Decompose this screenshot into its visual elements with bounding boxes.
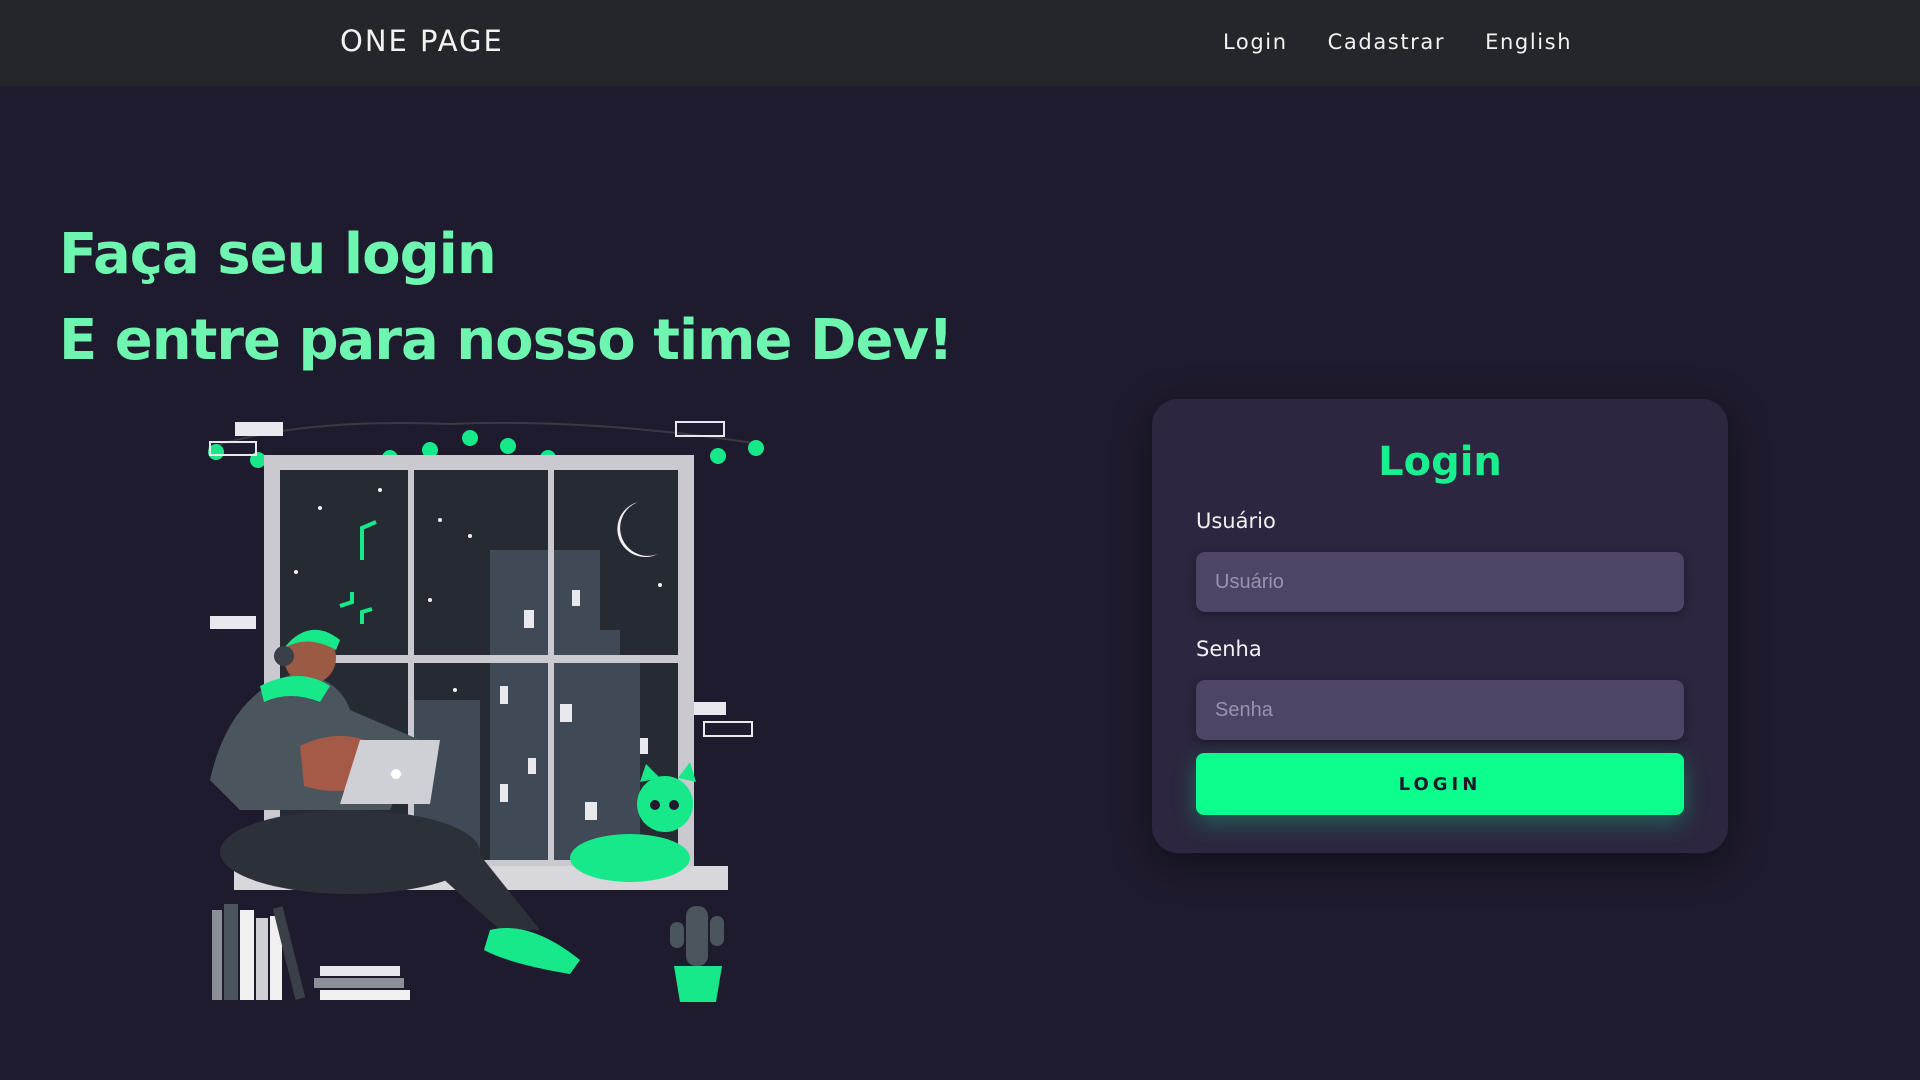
password-input[interactable]: [1196, 680, 1684, 740]
nav-link-register[interactable]: Cadastrar: [1328, 30, 1445, 54]
username-label: Usuário: [1196, 509, 1276, 533]
books-stack: [212, 904, 410, 1000]
login-button[interactable]: LOGIN: [1196, 753, 1684, 815]
hero-line-1: Faça seu login: [59, 222, 497, 287]
developer-at-window-illustration: [207, 421, 764, 1002]
password-label: Senha: [1196, 637, 1262, 661]
username-input[interactable]: [1196, 552, 1684, 612]
hero-headline: Faça seu login E entre para nosso time D…: [59, 212, 954, 384]
login-title: Login: [1378, 439, 1502, 485]
brand-logo[interactable]: ONE PAGE: [340, 24, 504, 58]
nav-link-language[interactable]: English: [1485, 30, 1572, 54]
login-card: Login Usuário Senha LOGIN: [1152, 399, 1728, 853]
main-nav: Login Cadastrar English: [1223, 30, 1572, 54]
nav-link-login[interactable]: Login: [1223, 30, 1288, 54]
hero-line-2: E entre para nosso time Dev!: [59, 308, 954, 373]
top-navbar: ONE PAGE Login Cadastrar English: [0, 0, 1920, 86]
cactus-plant: [670, 906, 724, 1002]
